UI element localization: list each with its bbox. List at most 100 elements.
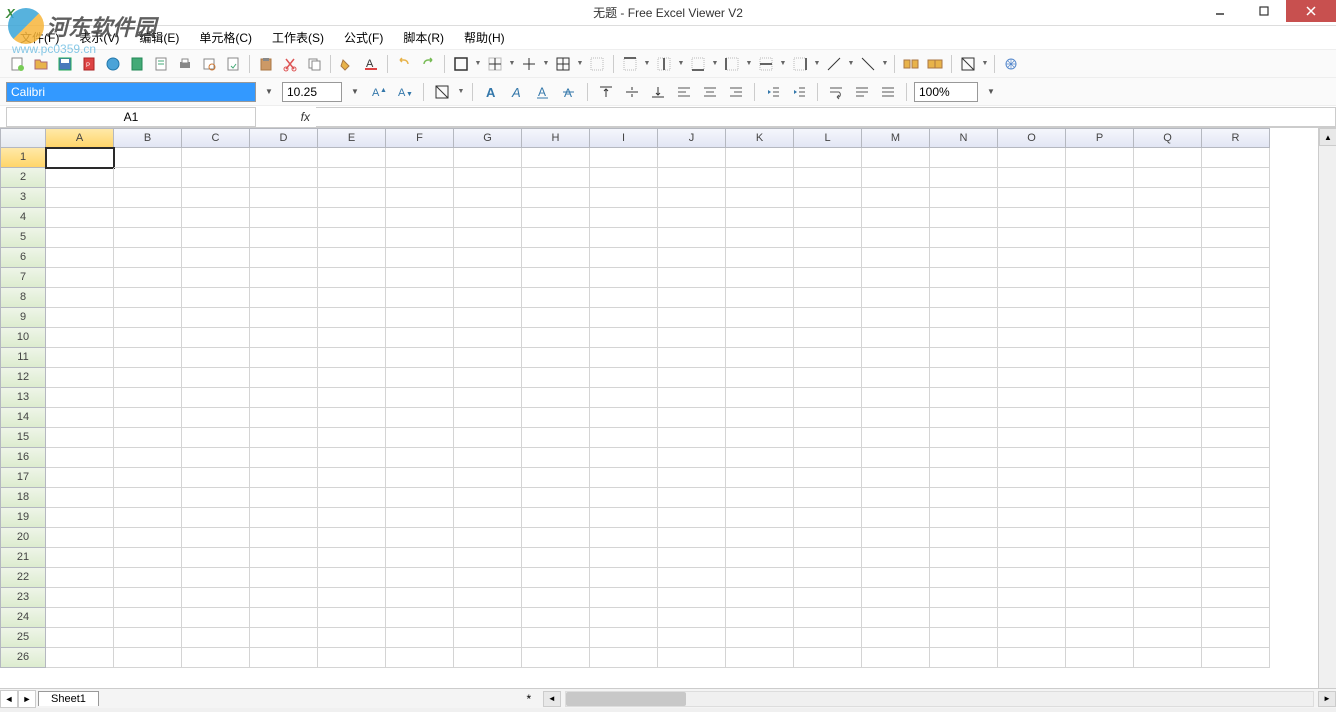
row-header-1[interactable]: 1 (0, 148, 46, 168)
cell[interactable] (318, 628, 386, 648)
cell[interactable] (522, 468, 590, 488)
cell[interactable] (862, 568, 930, 588)
cell[interactable] (1202, 288, 1270, 308)
cell[interactable] (998, 188, 1066, 208)
row-header-21[interactable]: 21 (0, 548, 46, 568)
cell[interactable] (114, 448, 182, 468)
cell[interactable] (318, 508, 386, 528)
cell[interactable] (794, 388, 862, 408)
cell[interactable] (454, 528, 522, 548)
cell[interactable] (726, 428, 794, 448)
zoom-combo[interactable] (914, 82, 978, 102)
cell[interactable] (590, 548, 658, 568)
row-header-20[interactable]: 20 (0, 528, 46, 548)
cell[interactable] (726, 408, 794, 428)
cell[interactable] (658, 588, 726, 608)
cell[interactable] (318, 168, 386, 188)
cell[interactable] (46, 148, 114, 168)
cell[interactable] (998, 488, 1066, 508)
cell[interactable] (386, 348, 454, 368)
cell[interactable] (250, 548, 318, 568)
column-header-M[interactable]: M (862, 128, 930, 148)
cell[interactable] (658, 348, 726, 368)
row-header-12[interactable]: 12 (0, 368, 46, 388)
paste-icon[interactable] (255, 53, 277, 75)
cell[interactable] (1202, 608, 1270, 628)
increase-indent-icon[interactable] (788, 81, 810, 103)
cell[interactable] (930, 448, 998, 468)
unmerge-cells-icon[interactable] (924, 53, 946, 75)
cell[interactable] (1202, 348, 1270, 368)
column-header-A[interactable]: A (46, 128, 114, 148)
cell[interactable] (386, 568, 454, 588)
cell[interactable] (182, 548, 250, 568)
cell[interactable] (1202, 268, 1270, 288)
menu-cell[interactable]: 单元格(C) (191, 27, 260, 48)
cell[interactable] (386, 548, 454, 568)
cell[interactable] (726, 608, 794, 628)
cell[interactable] (794, 608, 862, 628)
cell[interactable] (726, 388, 794, 408)
cell[interactable] (1066, 148, 1134, 168)
border-right-icon[interactable] (789, 53, 811, 75)
cell[interactable] (250, 248, 318, 268)
font-size-combo[interactable] (282, 82, 342, 102)
cell[interactable] (998, 288, 1066, 308)
cell[interactable] (930, 528, 998, 548)
cell[interactable] (862, 208, 930, 228)
cell[interactable] (862, 428, 930, 448)
cell[interactable] (1134, 588, 1202, 608)
cell[interactable] (658, 428, 726, 448)
cell[interactable] (1202, 308, 1270, 328)
cell[interactable] (46, 208, 114, 228)
cell[interactable] (794, 428, 862, 448)
cell[interactable] (46, 268, 114, 288)
cell[interactable] (1202, 548, 1270, 568)
cell[interactable] (1066, 268, 1134, 288)
cell[interactable] (454, 648, 522, 668)
cell[interactable] (114, 188, 182, 208)
cell[interactable] (1202, 228, 1270, 248)
cell[interactable] (590, 648, 658, 668)
cell[interactable] (114, 148, 182, 168)
cell[interactable] (318, 408, 386, 428)
cell[interactable] (930, 548, 998, 568)
tab-sheet1[interactable]: Sheet1 (38, 691, 99, 706)
page-setup-icon[interactable] (222, 53, 244, 75)
cell[interactable] (1134, 228, 1202, 248)
cell[interactable] (46, 368, 114, 388)
cell[interactable] (658, 628, 726, 648)
cell[interactable] (46, 508, 114, 528)
border-inside-drop-icon[interactable]: ▼ (508, 60, 516, 67)
cell[interactable] (454, 368, 522, 388)
border-left-icon[interactable] (721, 53, 743, 75)
cell[interactable] (386, 288, 454, 308)
row-header-22[interactable]: 22 (0, 568, 46, 588)
border-cross-icon[interactable] (518, 53, 540, 75)
cell[interactable] (726, 288, 794, 308)
cell[interactable] (182, 448, 250, 468)
cell[interactable] (1134, 528, 1202, 548)
cell[interactable] (46, 548, 114, 568)
cell[interactable] (794, 328, 862, 348)
menu-sheet[interactable]: 工作表(S) (264, 27, 332, 48)
cell[interactable] (794, 168, 862, 188)
cell[interactable] (318, 368, 386, 388)
cell[interactable] (930, 568, 998, 588)
column-header-Q[interactable]: Q (1134, 128, 1202, 148)
cell[interactable] (182, 588, 250, 608)
cell[interactable] (250, 188, 318, 208)
cell[interactable] (522, 328, 590, 348)
cell[interactable] (318, 288, 386, 308)
cell[interactable] (930, 328, 998, 348)
cell[interactable] (46, 408, 114, 428)
cell[interactable] (318, 328, 386, 348)
cell[interactable] (998, 248, 1066, 268)
cell[interactable] (1202, 368, 1270, 388)
cell[interactable] (590, 428, 658, 448)
border-horizontal-icon[interactable] (755, 53, 777, 75)
diagonal-up-icon[interactable] (823, 53, 845, 75)
cell[interactable] (998, 308, 1066, 328)
cell[interactable] (726, 368, 794, 388)
cell[interactable] (454, 348, 522, 368)
